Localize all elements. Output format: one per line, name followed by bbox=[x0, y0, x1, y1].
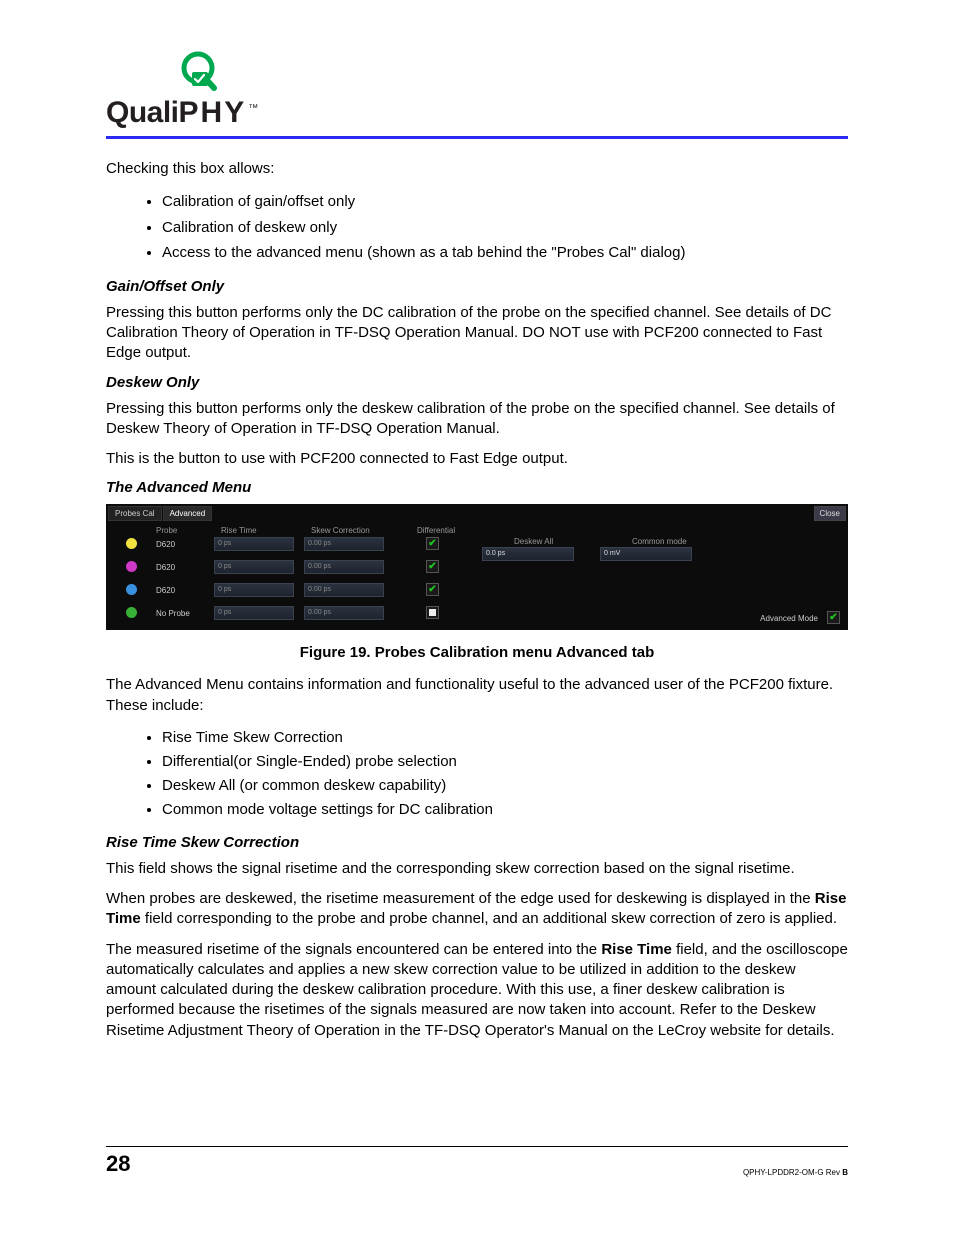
risetime-field[interactable]: 0 ps bbox=[214, 560, 294, 574]
qualiphy-icon bbox=[106, 48, 222, 96]
list-item: Calibration of deskew only bbox=[162, 215, 848, 241]
advanced-bullet-list: Rise Time Skew Correction Differential(o… bbox=[162, 726, 848, 822]
heading-advanced-menu: The Advanced Menu bbox=[106, 479, 848, 496]
list-item: Common mode voltage settings for DC cali… bbox=[162, 798, 848, 822]
advanced-mode-label: Advanced Mode bbox=[760, 615, 818, 624]
col-header-probe: Probe bbox=[156, 526, 177, 535]
close-button[interactable]: Close bbox=[814, 506, 846, 521]
skew-field[interactable]: 0.00 ps bbox=[304, 560, 384, 574]
intro-bullet-list: Calibration of gain/offset only Calibrat… bbox=[162, 189, 848, 266]
probe-label: D620 bbox=[156, 563, 175, 572]
document-id: QPHY-LPDDR2-OM-G Rev B bbox=[743, 1168, 848, 1177]
skew-field[interactable]: 0.00 ps bbox=[304, 606, 384, 620]
skew-field[interactable]: 0.00 ps bbox=[304, 537, 384, 551]
para-risetime-3: The measured risetime of the signals enc… bbox=[106, 940, 848, 1041]
page-footer: 28 QPHY-LPDDR2-OM-G Rev B bbox=[106, 1146, 848, 1177]
trademark-symbol: ™ bbox=[248, 103, 258, 114]
para-deskew-1: Pressing this button performs only the d… bbox=[106, 399, 848, 440]
list-item: Differential(or Single-Ended) probe sele… bbox=[162, 750, 848, 774]
list-item: Calibration of gain/offset only bbox=[162, 189, 848, 215]
para-deskew-2: This is the button to use with PCF200 co… bbox=[106, 449, 848, 469]
heading-risetime: Rise Time Skew Correction bbox=[106, 834, 848, 851]
para-gain-offset: Pressing this button performs only the D… bbox=[106, 303, 848, 364]
para-risetime-1: This field shows the signal risetime and… bbox=[106, 859, 848, 879]
probe-label: No Probe bbox=[156, 609, 190, 618]
channel-dot-icon bbox=[126, 607, 137, 618]
risetime-field[interactable]: 0 ps bbox=[214, 606, 294, 620]
intro-text: Checking this box allows: bbox=[106, 159, 848, 179]
figure-caption: Figure 19. Probes Calibration menu Advan… bbox=[106, 644, 848, 661]
brand-logo: QualiPHY™ bbox=[106, 48, 848, 130]
para-risetime-2: When probes are deskewed, the risetime m… bbox=[106, 889, 848, 930]
differential-checkbox[interactable] bbox=[426, 560, 439, 573]
risetime-field[interactable]: 0 ps bbox=[214, 537, 294, 551]
col-header-skew: Skew Correction bbox=[311, 526, 370, 535]
list-item: Rise Time Skew Correction bbox=[162, 726, 848, 750]
channel-dot-icon bbox=[126, 561, 137, 572]
figure-screenshot: Probes Cal Advanced Close Probe Rise Tim… bbox=[106, 504, 848, 630]
text-span: QPHY-LPDDR2-OM-G Rev bbox=[743, 1168, 842, 1177]
bold-term: Rise Time bbox=[601, 941, 672, 958]
col-header-deskew-all: Deskew All bbox=[514, 537, 553, 546]
differential-checkbox[interactable] bbox=[426, 606, 439, 619]
differential-checkbox[interactable] bbox=[426, 583, 439, 596]
heading-deskew: Deskew Only bbox=[106, 374, 848, 391]
channel-dot-icon bbox=[126, 538, 137, 549]
header-rule bbox=[106, 136, 848, 139]
col-header-diff: Differential bbox=[417, 526, 455, 535]
probe-label: D620 bbox=[156, 540, 175, 549]
col-header-risetime: Rise Time bbox=[221, 526, 257, 535]
para-advanced: The Advanced Menu contains information a… bbox=[106, 675, 848, 716]
deskew-all-field[interactable]: 0.0 ps bbox=[482, 547, 574, 561]
text-span: field corresponding to the probe and pro… bbox=[141, 910, 837, 927]
tab-probes-cal[interactable]: Probes Cal bbox=[108, 506, 162, 521]
text-span: When probes are deskewed, the risetime m… bbox=[106, 890, 815, 907]
brand-text-phy: PHY bbox=[179, 96, 247, 130]
list-item: Deskew All (or common deskew capability) bbox=[162, 774, 848, 798]
differential-checkbox[interactable] bbox=[426, 537, 439, 550]
list-item: Access to the advanced menu (shown as a … bbox=[162, 240, 848, 266]
rev-letter: B bbox=[842, 1168, 848, 1177]
brand-text-quali: Quali bbox=[106, 96, 179, 130]
page-number: 28 bbox=[106, 1151, 130, 1177]
advanced-mode-checkbox[interactable] bbox=[827, 611, 840, 624]
risetime-field[interactable]: 0 ps bbox=[214, 583, 294, 597]
tab-advanced[interactable]: Advanced bbox=[163, 506, 213, 521]
heading-gain-offset: Gain/Offset Only bbox=[106, 278, 848, 295]
skew-field[interactable]: 0.00 ps bbox=[304, 583, 384, 597]
text-span: The measured risetime of the signals enc… bbox=[106, 941, 601, 958]
common-mode-field[interactable]: 0 mV bbox=[600, 547, 692, 561]
probe-label: D620 bbox=[156, 586, 175, 595]
col-header-common-mode: Common mode bbox=[632, 537, 687, 546]
channel-dot-icon bbox=[126, 584, 137, 595]
